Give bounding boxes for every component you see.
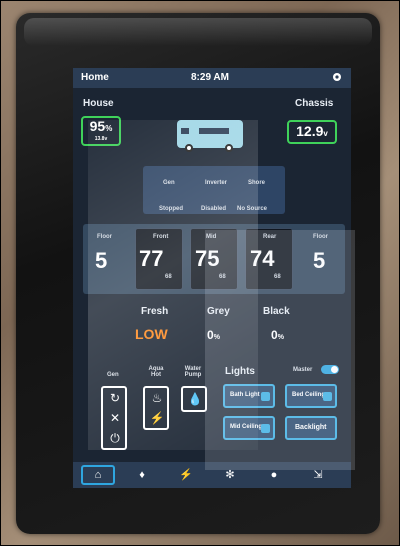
touch-screen: Home 8:29 AM House 95% 13.8v Chassis 12.…: [73, 68, 351, 488]
power-cycle-icon[interactable]: ↻: [107, 390, 123, 406]
floor-left-value: 5: [95, 248, 108, 273]
rear-setpoint: 68: [274, 274, 281, 280]
close-icon[interactable]: ✕: [107, 410, 123, 426]
light-on-indicator: [261, 424, 270, 433]
clock: 8:29 AM: [191, 72, 229, 83]
home-icon[interactable]: ⌂: [81, 465, 115, 485]
light-mid-ceiling[interactable]: Mid Ceiling: [223, 416, 275, 440]
black-tank-reading: 0%: [271, 328, 284, 342]
house-battery-voltage: 13.8v: [94, 136, 108, 142]
mid-label: Mid: [206, 234, 217, 240]
lights-title: Lights: [225, 366, 255, 377]
water-pump-label: Water Pump: [184, 366, 202, 378]
bulb-icon[interactable]: ♦: [125, 465, 159, 485]
master-toggle[interactable]: [321, 365, 339, 374]
aqua-hot-control[interactable]: ♨ ⚡: [143, 386, 169, 430]
chassis-label: Chassis: [295, 98, 334, 109]
bottom-nav: ⌂ ♦ ⚡ ✻ ● ⇲: [73, 462, 351, 488]
power-icon[interactable]: ⏻: [107, 430, 123, 446]
light-bed-ceiling[interactable]: Bed Ceiling: [285, 384, 337, 408]
black-label: Black: [263, 306, 290, 317]
front-setpoint: 68: [165, 274, 172, 280]
front-label: Front: [153, 234, 169, 240]
rv-graphic: [177, 120, 243, 152]
shore-state: No Source: [237, 206, 268, 212]
slider-icon[interactable]: ⇲: [301, 465, 335, 485]
chassis-battery[interactable]: 12.9v: [287, 120, 337, 144]
aqua-hot-label: Aqua Hot: [148, 366, 164, 378]
floor-right-label: Floor: [313, 234, 328, 240]
gen-state: Stopped: [159, 206, 183, 212]
inverter-state: Disabled: [201, 206, 227, 212]
grey-tank-reading: 0%: [207, 328, 220, 342]
water-drop-icon[interactable]: 💧: [187, 391, 203, 407]
black-unit: %: [277, 334, 284, 341]
gen-label: Gen: [163, 180, 175, 186]
chat-icon[interactable]: ●: [257, 465, 291, 485]
house-label: House: [83, 98, 114, 109]
fresh-label: Fresh: [141, 306, 169, 317]
light-backlight[interactable]: Backlight: [285, 416, 337, 440]
light-bath-label: Bath Light: [230, 392, 260, 398]
bolt-icon[interactable]: ⚡: [149, 410, 165, 426]
floor-right-value: 5: [313, 248, 326, 273]
gen-control-label: Gen: [107, 372, 119, 378]
black-value: 0: [271, 328, 278, 342]
house-battery-unit: %: [105, 124, 113, 133]
snowflake-icon[interactable]: ✻: [213, 465, 247, 485]
master-label: Master: [293, 367, 313, 373]
rear-value: 74: [250, 246, 275, 271]
flame-icon[interactable]: ♨: [149, 390, 165, 406]
bolt-icon[interactable]: ⚡: [169, 465, 203, 485]
chassis-battery-value: 12.9: [296, 123, 324, 139]
mid-setpoint: 68: [219, 274, 226, 280]
inverter-label: Inverter: [205, 180, 228, 186]
light-backlight-label: Backlight: [295, 424, 327, 431]
grey-value: 0: [207, 328, 214, 342]
light-bed-label: Bed Ceiling: [292, 392, 326, 398]
light-mid-label: Mid Ceiling: [230, 424, 262, 430]
bezel-glare: [24, 18, 372, 46]
light-on-indicator: [261, 392, 270, 401]
shore-label: Shore: [248, 180, 266, 186]
front-value: 77: [139, 246, 164, 271]
floor-left-label: Floor: [97, 234, 112, 240]
grey-label: Grey: [207, 306, 230, 317]
rv-wheel-front: [185, 144, 193, 152]
top-bar: Home 8:29 AM: [73, 68, 351, 88]
home-title: Home: [81, 72, 109, 83]
water-pump-control[interactable]: 💧: [181, 386, 207, 412]
rv-wheel-rear: [225, 144, 233, 152]
fresh-value: LOW: [135, 326, 168, 342]
house-battery[interactable]: 95% 13.8v: [81, 116, 121, 146]
light-on-indicator: [323, 392, 332, 401]
gear-icon[interactable]: [331, 71, 343, 83]
grey-unit: %: [213, 334, 220, 341]
mid-value: 75: [195, 246, 220, 271]
rear-label: Rear: [263, 234, 277, 240]
light-bath[interactable]: Bath Light: [223, 384, 275, 408]
house-battery-value: 95: [89, 118, 106, 134]
chassis-battery-unit: v: [323, 129, 328, 138]
gen-control[interactable]: ↻ ✕ ⏻: [101, 386, 127, 450]
